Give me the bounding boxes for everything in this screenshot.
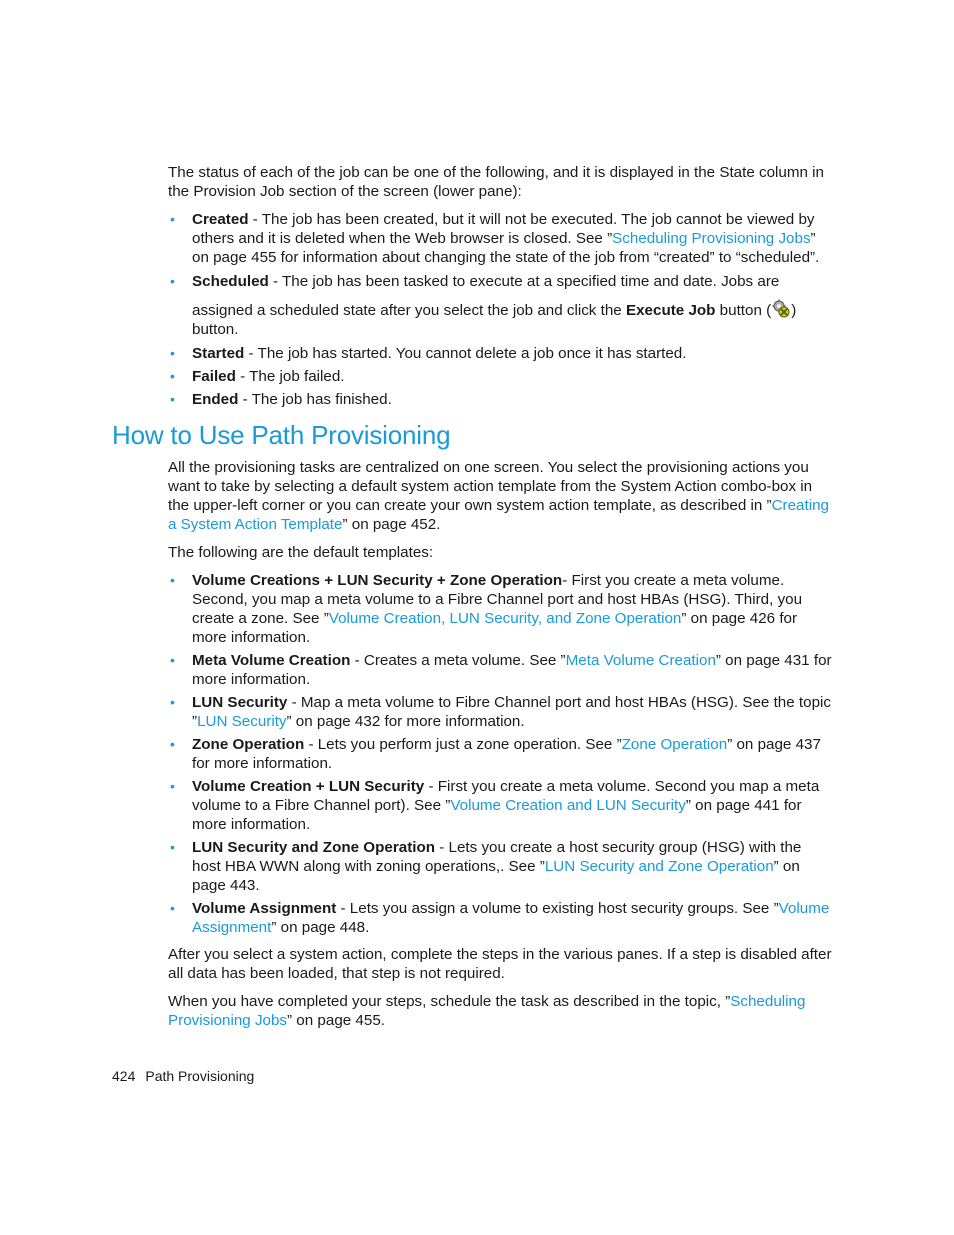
link-scheduling-provisioning-jobs[interactable]: Scheduling Provisioning Jobs [612, 230, 810, 247]
templates-lead: The following are the default templates: [168, 544, 434, 561]
status-term: Started [192, 345, 245, 362]
template-item: • LUN Security and Zone Operation - Lets… [170, 839, 802, 894]
template-term: Meta Volume Creation [192, 652, 351, 669]
document-page: The status of each of the job can be one… [0, 0, 954, 1235]
template-term: Volume Creations + LUN Security + Zone O… [192, 572, 563, 589]
template-term: LUN Security [192, 694, 288, 711]
link-volume-creation-lun-security-zone-operation[interactable]: Volume Creation, LUN Security, and Zone … [329, 610, 682, 627]
status-term: Ended [192, 391, 239, 408]
bullet-icon: • [170, 839, 175, 855]
bullet-icon: • [170, 273, 175, 289]
link-volume-creation-and-lun-security[interactable]: Volume Creation and LUN Security [450, 797, 686, 814]
status-intro: The status of each of the job can be one… [168, 164, 825, 200]
link-zone-operation[interactable]: Zone Operation [622, 736, 728, 753]
template-term: Zone Operation [192, 736, 305, 753]
completed-paragraph: When you have completed your steps, sche… [168, 993, 806, 1029]
status-term: Scheduled [192, 273, 269, 290]
link-meta-volume-creation[interactable]: Meta Volume Creation [566, 652, 716, 669]
status-item-scheduled: • Scheduled - The job has been tasked to… [170, 273, 797, 338]
bullet-icon: • [170, 572, 175, 588]
bullet-icon: • [170, 391, 175, 407]
bullet-icon: • [170, 368, 175, 384]
template-term: Volume Creation + LUN Security [192, 778, 425, 795]
link-lun-security-and-zone-operation[interactable]: LUN Security and Zone Operation [545, 858, 774, 875]
template-term: LUN Security and Zone Operation [192, 839, 436, 856]
template-item: • Volume Creation + LUN Security - First… [170, 778, 820, 833]
bullet-icon: • [170, 778, 175, 794]
template-item: • Volume Creations + LUN Security + Zone… [170, 572, 803, 646]
bullet-icon: • [170, 736, 175, 752]
bullet-icon: • [170, 345, 175, 361]
status-item-started: • Started - The job has started. You can… [170, 345, 687, 362]
template-term: Volume Assignment [192, 900, 337, 917]
status-item-created: • Created - The job has been created, bu… [170, 211, 820, 266]
status-term: Created [192, 211, 249, 228]
page-footer: 424 Path Provisioning [112, 1067, 254, 1085]
status-item-failed: • Failed - The job failed. [170, 368, 345, 385]
template-item: • LUN Security - Map a meta volume to Fi… [170, 694, 832, 730]
status-item-ended: • Ended - The job has finished. [170, 391, 392, 408]
status-list: • Created - The job has been created, bu… [168, 210, 832, 409]
after-select-paragraph: After you select a system action, comple… [168, 946, 832, 982]
template-item: • Zone Operation - Lets you perform just… [170, 736, 821, 772]
template-item: • Meta Volume Creation - Creates a meta … [170, 652, 832, 688]
execute-job-gear-icon [771, 299, 791, 319]
chapter-name: Path Provisioning [145, 1068, 255, 1084]
link-lun-security[interactable]: LUN Security [197, 713, 286, 730]
templates-list: • Volume Creations + LUN Security + Zone… [168, 571, 832, 937]
section-title: How to Use Path Provisioning [112, 420, 451, 450]
status-term: Failed [192, 368, 236, 385]
bullet-icon: • [170, 694, 175, 710]
bullet-icon: • [170, 652, 175, 668]
page-number: 424 [112, 1068, 136, 1084]
execute-job-label: Execute Job [625, 302, 716, 319]
section-intro: All the provisioning tasks are centraliz… [168, 459, 829, 533]
bullet-icon: • [170, 211, 175, 227]
bullet-icon: • [170, 900, 175, 916]
template-item: • Volume Assignment - Lets you assign a … [170, 900, 830, 936]
